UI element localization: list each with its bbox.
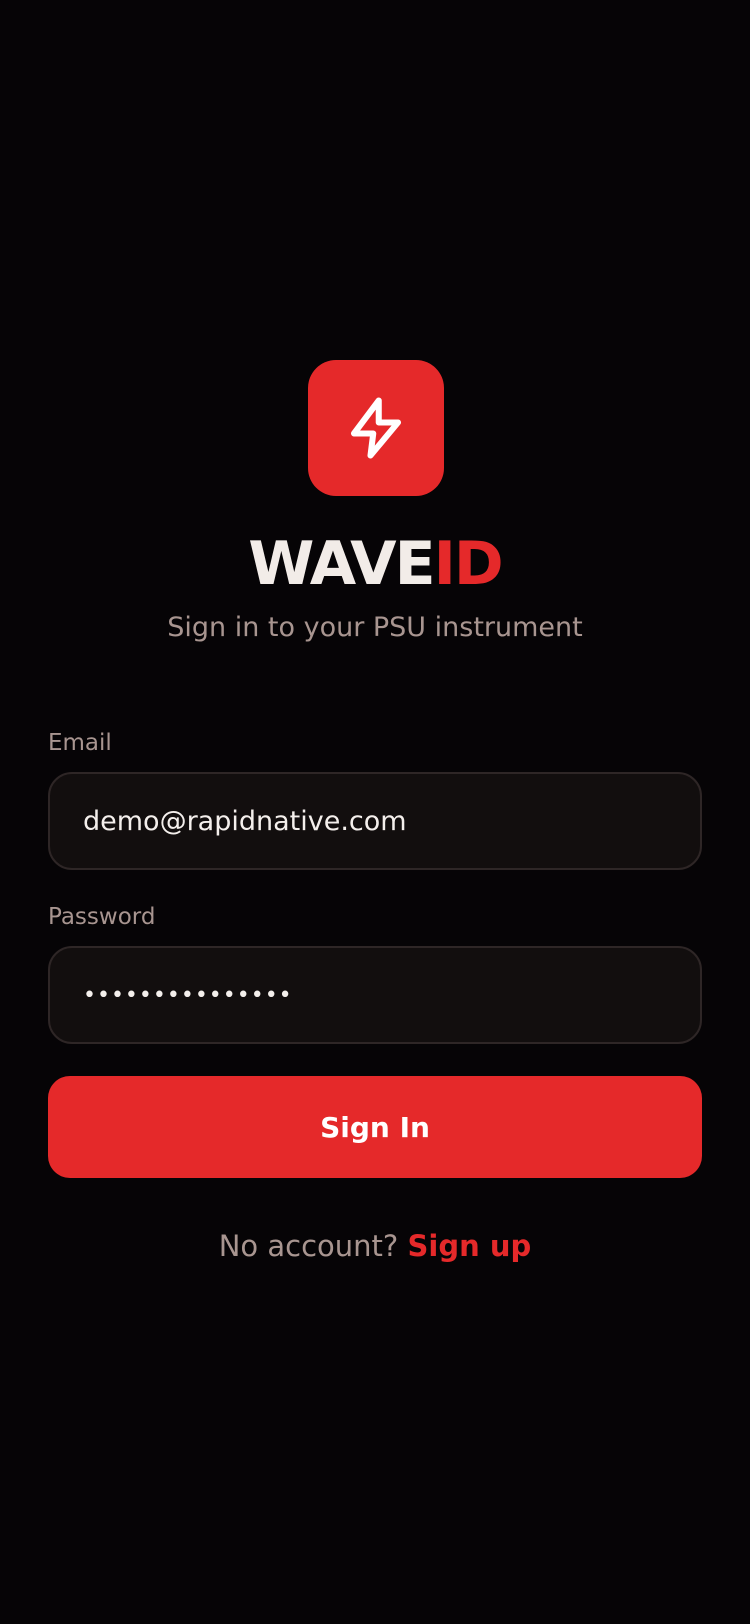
email-field[interactable] [83,805,700,837]
sign-in-button[interactable]: Sign In [48,1076,702,1178]
password-label: Password [48,904,156,930]
password-field[interactable] [83,982,700,1008]
signup-prompt: No account? Sign up [0,1226,750,1266]
no-account-text: No account? [218,1229,399,1263]
sign-up-link[interactable]: Sign up [408,1229,532,1263]
page-subtitle: Sign in to your PSU instrument [167,612,583,643]
app-name-part-b: ID [433,529,504,599]
app-name: WAVEID [0,528,750,600]
email-label: Email [48,730,112,756]
app-logo [308,360,444,496]
password-field-container[interactable] [48,946,702,1044]
app-name-part-a: WAVE [248,529,435,599]
lightning-bolt-icon [350,397,402,459]
email-field-container[interactable] [48,772,702,870]
